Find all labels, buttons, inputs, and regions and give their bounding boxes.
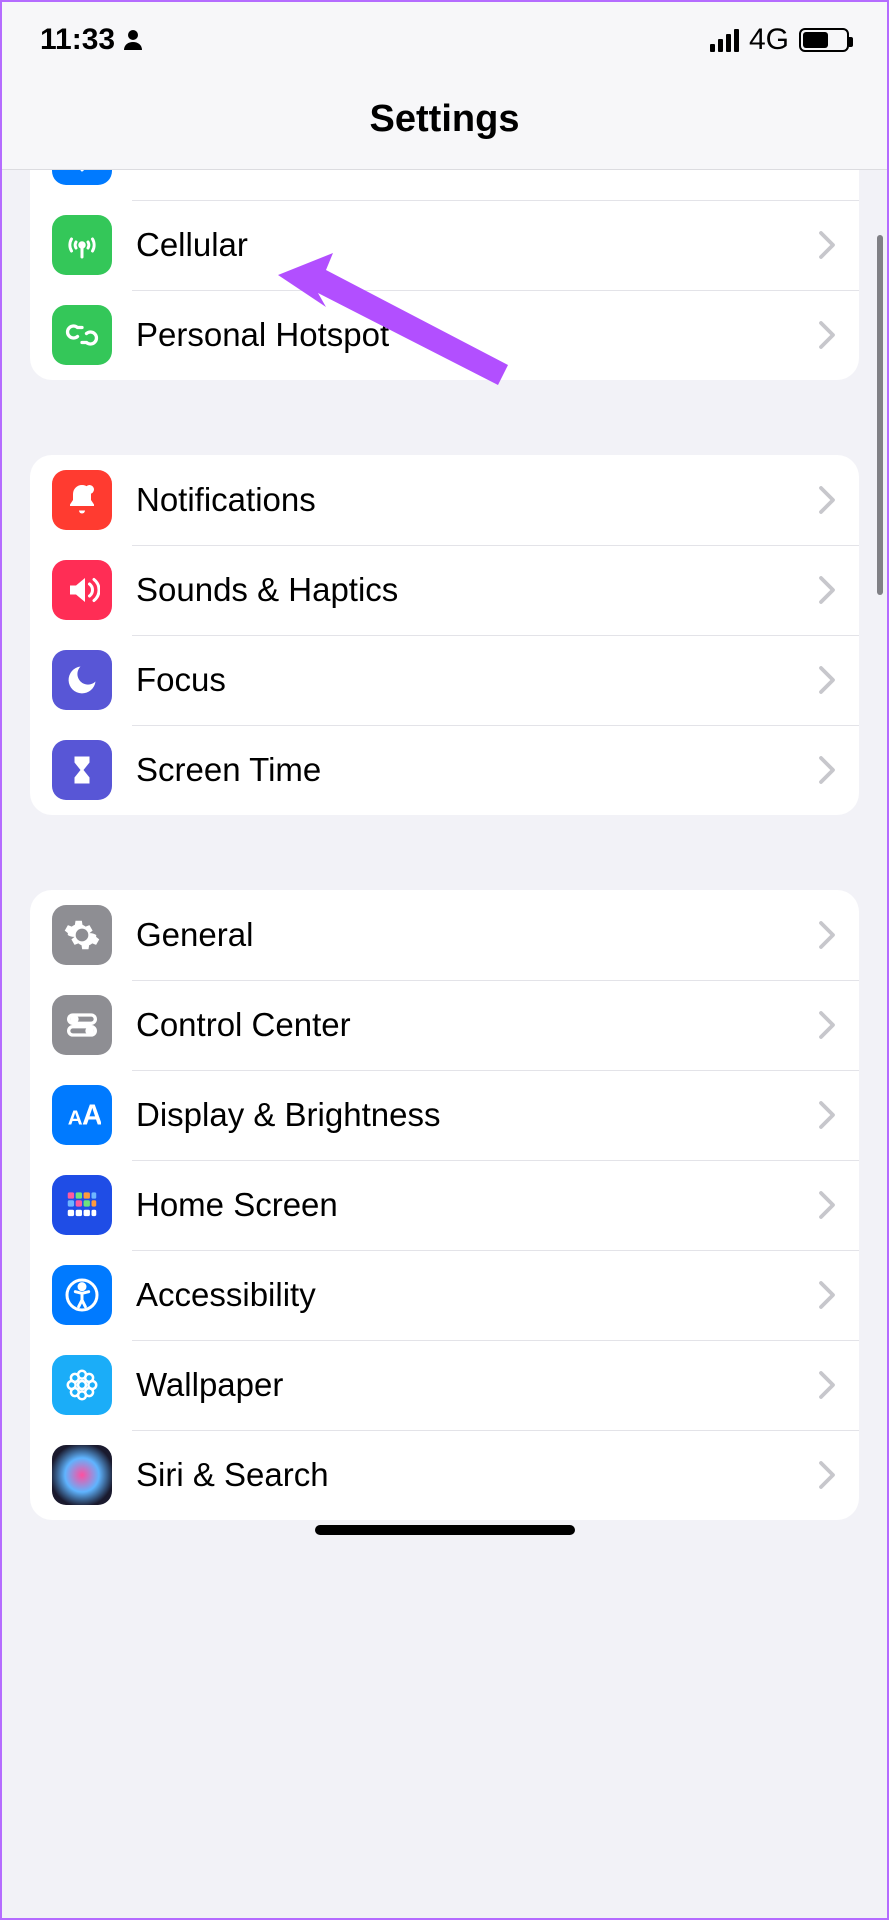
- person-icon: [121, 28, 145, 52]
- group-connectivity: Bluetooth Not Connected Cellular Persona…: [30, 170, 859, 380]
- settings-content[interactable]: Bluetooth Not Connected Cellular Persona…: [0, 170, 889, 1920]
- chevron-right-icon: [817, 1100, 837, 1130]
- chevron-right-icon: [817, 1370, 837, 1400]
- battery-icon: [799, 28, 849, 52]
- accessibility-icon: [52, 1265, 112, 1325]
- status-right: 4G: [710, 23, 849, 57]
- chevron-right-icon: [817, 575, 837, 605]
- scroll-indicator[interactable]: [877, 235, 883, 595]
- page-title: Settings: [370, 98, 520, 141]
- siri-icon: [52, 1445, 112, 1505]
- row-bluetooth[interactable]: Bluetooth Not Connected: [30, 170, 859, 200]
- row-personal-hotspot[interactable]: Personal Hotspot: [30, 290, 859, 380]
- chevron-right-icon: [817, 485, 837, 515]
- row-label: Personal Hotspot: [136, 316, 817, 354]
- row-siri-search[interactable]: Siri & Search: [30, 1430, 859, 1520]
- row-label: Wallpaper: [136, 1366, 817, 1404]
- chevron-right-icon: [817, 1190, 837, 1220]
- row-label: Focus: [136, 661, 817, 699]
- row-label: Cellular: [136, 226, 817, 264]
- link-icon: [52, 305, 112, 365]
- chevron-right-icon: [817, 1460, 837, 1490]
- status-bar: 11:33 4G: [0, 0, 889, 70]
- chevron-right-icon: [817, 320, 837, 350]
- row-display-brightness[interactable]: AA Display & Brightness: [30, 1070, 859, 1160]
- gear-icon: [52, 905, 112, 965]
- row-label: Home Screen: [136, 1186, 817, 1224]
- bell-icon: [52, 470, 112, 530]
- text-size-icon: AA: [52, 1085, 112, 1145]
- signal-bars-icon: [710, 28, 739, 52]
- row-label: Control Center: [136, 1006, 817, 1044]
- toggles-icon: [52, 995, 112, 1055]
- row-label: Accessibility: [136, 1276, 817, 1314]
- status-time: 11:33: [40, 23, 115, 57]
- row-control-center[interactable]: Control Center: [30, 980, 859, 1070]
- row-label: General: [136, 916, 817, 954]
- row-label: Screen Time: [136, 751, 817, 789]
- chevron-right-icon: [817, 665, 837, 695]
- row-screen-time[interactable]: Screen Time: [30, 725, 859, 815]
- antenna-icon: [52, 215, 112, 275]
- speaker-icon: [52, 560, 112, 620]
- chevron-right-icon: [817, 920, 837, 950]
- row-label: Sounds & Haptics: [136, 571, 817, 609]
- svg-text:A: A: [82, 1100, 101, 1132]
- chevron-right-icon: [817, 1010, 837, 1040]
- home-indicator[interactable]: [315, 1525, 575, 1535]
- row-label: Display & Brightness: [136, 1096, 817, 1134]
- status-left: 11:33: [40, 23, 145, 57]
- network-type: 4G: [749, 23, 789, 57]
- row-label: Notifications: [136, 481, 817, 519]
- moon-icon: [52, 650, 112, 710]
- row-sounds-haptics[interactable]: Sounds & Haptics: [30, 545, 859, 635]
- chevron-right-icon: [817, 755, 837, 785]
- row-accessibility[interactable]: Accessibility: [30, 1250, 859, 1340]
- grid-icon: [52, 1175, 112, 1235]
- row-label: Siri & Search: [136, 1456, 817, 1494]
- row-label: Bluetooth: [136, 170, 594, 174]
- group-alerts: Notifications Sounds & Haptics Focus Scr…: [30, 455, 859, 815]
- hourglass-icon: [52, 740, 112, 800]
- row-notifications[interactable]: Notifications: [30, 455, 859, 545]
- row-detail: Not Connected: [594, 170, 807, 174]
- flower-icon: [52, 1355, 112, 1415]
- row-general[interactable]: General: [30, 890, 859, 980]
- bluetooth-icon: [52, 170, 112, 185]
- row-focus[interactable]: Focus: [30, 635, 859, 725]
- svg-text:A: A: [68, 1107, 83, 1130]
- chevron-right-icon: [817, 230, 837, 260]
- group-general: General Control Center AA Display & Brig…: [30, 890, 859, 1520]
- header: Settings: [0, 70, 889, 170]
- row-cellular[interactable]: Cellular: [30, 200, 859, 290]
- row-wallpaper[interactable]: Wallpaper: [30, 1340, 859, 1430]
- chevron-right-icon: [817, 1280, 837, 1310]
- row-home-screen[interactable]: Home Screen: [30, 1160, 859, 1250]
